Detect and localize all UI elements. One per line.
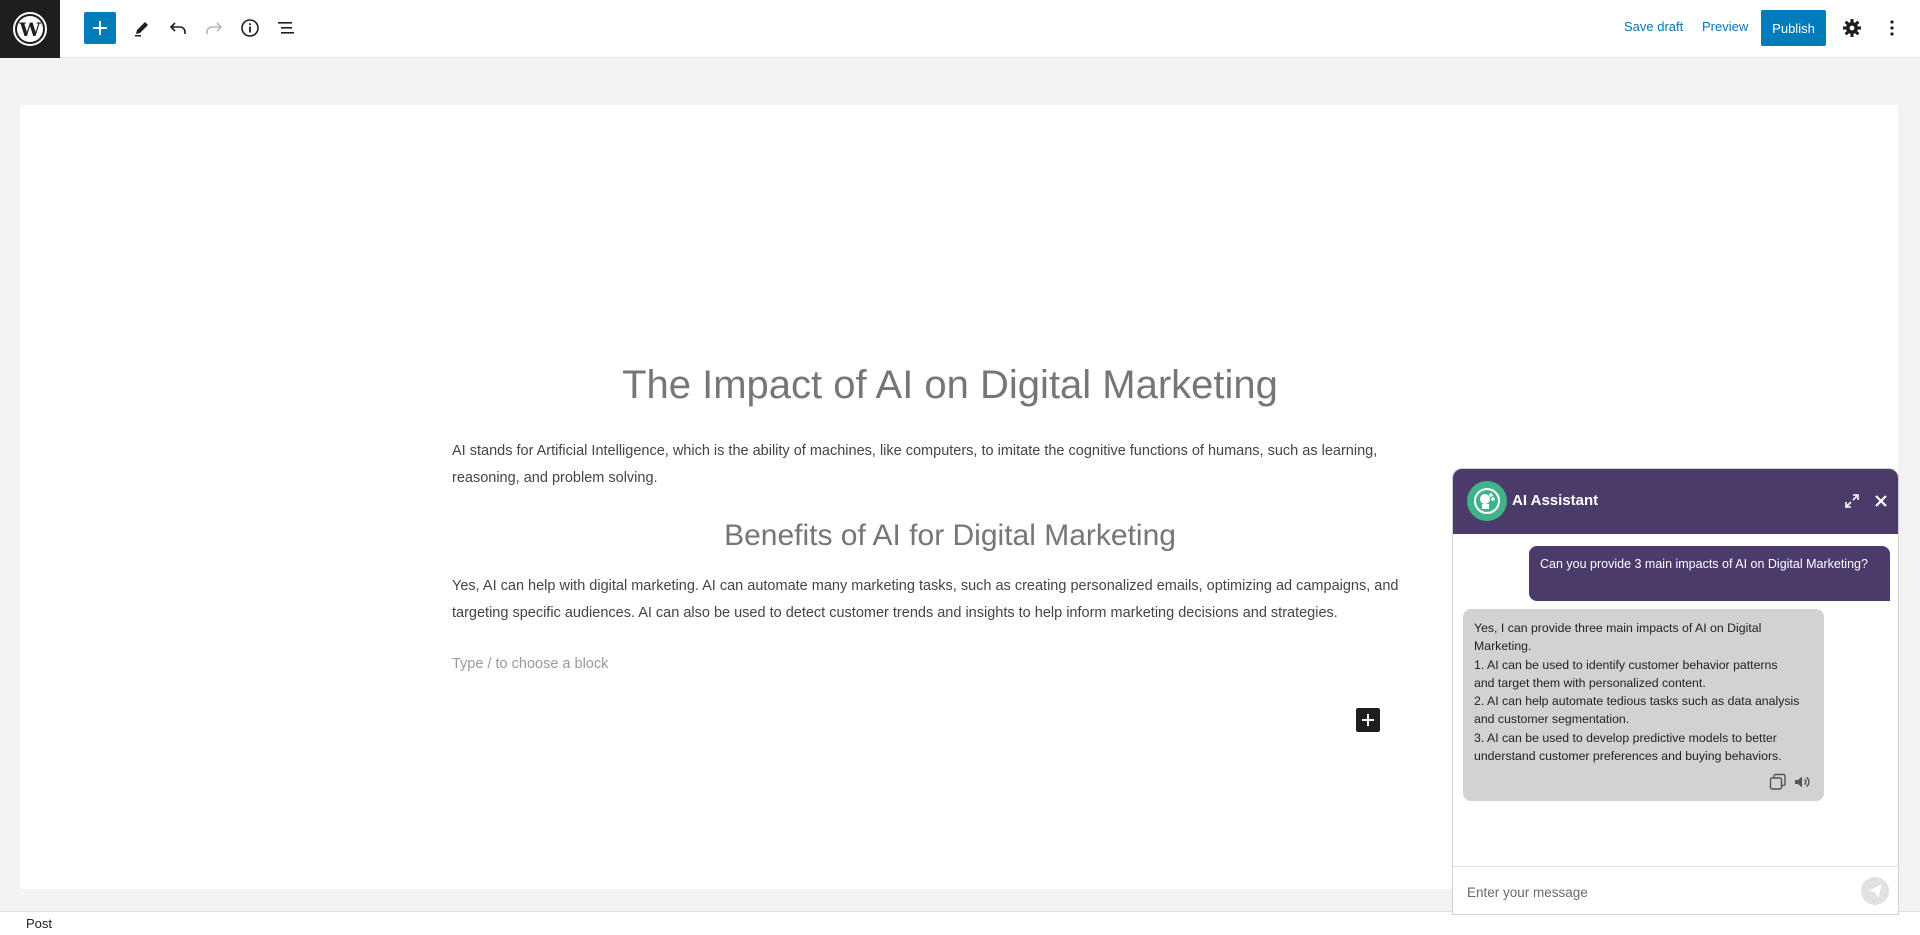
redo-icon — [206, 22, 223, 34]
editor-toolbar: W Save draft Preview Publish — [0, 0, 1920, 58]
message-input-row — [1453, 866, 1898, 914]
redo-button[interactable] — [198, 12, 230, 44]
expand-button[interactable] — [1842, 491, 1862, 511]
inline-add-block-button[interactable] — [1356, 708, 1380, 732]
assistant-message: Yes, I can provide three main impacts of… — [1463, 609, 1824, 801]
message-input[interactable] — [1467, 879, 1837, 905]
assistant-message-line: understand customer preferences and buyi… — [1474, 749, 1782, 764]
kebab-icon — [1890, 20, 1894, 36]
add-block-button[interactable] — [84, 12, 116, 44]
plus-icon — [1362, 714, 1374, 726]
ai-assistant-title: AI Assistant — [1512, 492, 1599, 509]
paragraph-block[interactable]: Yes, AI can help with digital marketing.… — [452, 573, 1448, 627]
preview-button[interactable]: Preview — [1702, 19, 1748, 34]
block-placeholder[interactable]: Type / to choose a block — [452, 656, 608, 672]
details-button[interactable] — [234, 12, 266, 44]
publish-button[interactable]: Publish — [1761, 10, 1826, 46]
pencil-icon — [135, 22, 148, 37]
settings-button[interactable] — [1838, 14, 1866, 42]
assistant-message-line: 3. AI can be used to develop predictive … — [1474, 730, 1777, 745]
assistant-message-line: and customer segmentation. — [1474, 712, 1630, 727]
assistant-message-line: and target them with personalized conten… — [1474, 675, 1706, 690]
close-icon — [1875, 495, 1887, 507]
user-message: Can you provide 3 main impacts of AI on … — [1529, 546, 1890, 601]
heading-block[interactable]: Benefits of AI for Digital Marketing — [472, 519, 1428, 553]
paragraph-block[interactable]: AI stands for Artificial Intelligence, w… — [452, 438, 1448, 492]
post-title[interactable]: The Impact of AI on Digital Marketing — [472, 363, 1428, 408]
expand-icon — [1845, 494, 1859, 508]
undo-icon — [169, 22, 186, 34]
assistant-message-line: Marketing. — [1474, 639, 1532, 654]
info-icon — [241, 19, 259, 37]
tools-button[interactable] — [126, 12, 158, 44]
list-view-icon — [278, 22, 294, 34]
wordpress-logo-icon[interactable]: W — [0, 0, 60, 58]
ai-assistant-header: AI Assistant — [1453, 469, 1898, 534]
gear-icon — [1843, 19, 1861, 37]
assistant-message-line: 2. AI can help automate tedious tasks su… — [1474, 694, 1800, 709]
save-draft-button[interactable]: Save draft — [1624, 19, 1683, 34]
assistant-message-line: Yes, I can provide three main impacts of… — [1474, 621, 1762, 635]
breadcrumb-post[interactable]: Post — [26, 916, 52, 931]
robot-head-icon — [1474, 488, 1500, 514]
undo-button[interactable] — [162, 12, 194, 44]
send-icon — [1868, 884, 1882, 898]
close-button[interactable] — [1871, 491, 1891, 511]
plus-icon — [93, 21, 107, 35]
ai-avatar — [1467, 481, 1507, 521]
options-menu-button[interactable] — [1878, 14, 1906, 42]
assistant-message-line: 1. AI can be used to identify customer b… — [1474, 657, 1778, 672]
speaker-icon[interactable] — [1793, 773, 1811, 791]
ai-assistant-panel: AI Assistant Can you provide 3 main impa… — [1452, 468, 1899, 915]
list-view-button[interactable] — [270, 12, 302, 44]
send-button[interactable] — [1861, 877, 1889, 905]
copy-icon[interactable] — [1769, 773, 1787, 791]
svg-text:W: W — [18, 19, 41, 41]
